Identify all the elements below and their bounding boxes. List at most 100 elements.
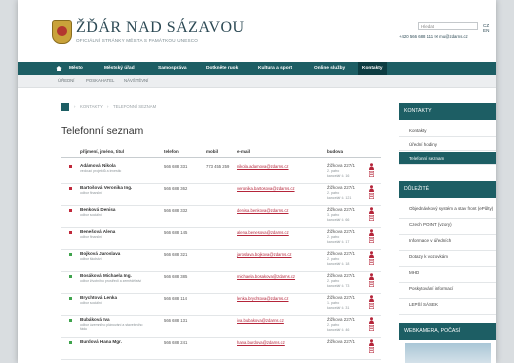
- contact-phone[interactable]: 566 688 331: [164, 164, 187, 169]
- status-bullet: [69, 275, 72, 278]
- sidebar-heading-dulezite: DŮLEŽITÉ: [399, 181, 496, 198]
- contact-phone[interactable]: 566 688 241: [164, 340, 187, 345]
- column-header-building: budova: [327, 149, 344, 154]
- home-icon[interactable]: [56, 66, 62, 71]
- contact-role: vedoucí projektů a investic: [80, 169, 122, 173]
- nav-item-dotknete[interactable]: Dotkněte ruok: [206, 62, 238, 75]
- contact-mobile[interactable]: 773 455 259: [206, 164, 229, 169]
- sidebar-item-dulezite[interactable]: LEPŠÍ SÁSEK: [399, 300, 496, 315]
- vcard-icon[interactable]: [369, 347, 374, 353]
- vcard-icon[interactable]: [369, 259, 374, 265]
- contact-email-link[interactable]: iva.bubakova@zdarns.cz: [237, 318, 284, 323]
- contact-building: Žižkova 227/1: [327, 339, 356, 344]
- contact-email-link[interactable]: denisa.benkova@zdarns.cz: [237, 208, 289, 213]
- contact-floor: 2. patro: [327, 279, 340, 283]
- person-icon[interactable]: [369, 273, 374, 280]
- header-divider: [61, 157, 381, 158]
- column-header-email: e-mail: [237, 149, 251, 154]
- contact-phone[interactable]: 566 688 385: [164, 274, 187, 279]
- contact-phone[interactable]: 566 688 362: [164, 186, 187, 191]
- subnav-item-poskahatel[interactable]: POSKAHATEL: [86, 75, 114, 87]
- nav-item-kultura[interactable]: Kultura a sport: [258, 62, 292, 75]
- person-icon[interactable]: [369, 185, 374, 192]
- sidebar-item-dulezite[interactable]: Czech POINT (vzory): [399, 220, 496, 235]
- subnav-item-uredni[interactable]: ÚŘEDNÍ: [58, 75, 74, 87]
- breadcrumb-item-current: TELEFONNÍ SEZNAM: [113, 104, 157, 109]
- contact-office: kancelář č. 17: [327, 240, 350, 244]
- vcard-icon[interactable]: [369, 193, 374, 199]
- vcard-icon[interactable]: [369, 237, 374, 243]
- search-input[interactable]: Hledat: [418, 22, 478, 30]
- contact-email-link[interactable]: lenka.brychtova@zdarns.cz: [237, 296, 289, 301]
- contact-role: odbor životního prostředí a zemědělství: [80, 279, 142, 283]
- nav-item-samosprava[interactable]: Samospráva: [158, 62, 187, 75]
- sidebar-item-kontakty[interactable]: Úřední hodiny: [399, 138, 496, 151]
- contact-role: odbor školství: [80, 257, 102, 261]
- contact-name: Bartošová Veronika Ing.: [80, 185, 133, 190]
- contact-building: Žižkova 227/1: [327, 207, 356, 212]
- contact-office: kancelář č. 18: [327, 262, 350, 266]
- status-bullet: [69, 209, 72, 212]
- sidebar-item-dulezite[interactable]: Poskytování informací: [399, 284, 496, 299]
- breadcrumb-item-kontakty[interactable]: KONTAKTY: [80, 104, 103, 109]
- sub-nav: ÚŘEDNÍ POSKAHATEL NÁVŠTĚVNÍ: [18, 75, 496, 88]
- table-row: Bojková Jaroslava odbor školství 566 688 3…: [61, 249, 381, 272]
- status-bullet: [69, 253, 72, 256]
- contact-email-link[interactable]: alena.benesova@zdarns.cz: [237, 230, 289, 235]
- nav-item-kontakty[interactable]: Kontakty: [358, 62, 387, 75]
- contact-email-link[interactable]: nikola.adamova@zdarns.cz: [237, 164, 289, 169]
- site-title[interactable]: ŽĎÁR NAD SÁZAVOU: [76, 19, 245, 37]
- status-bullet: [69, 341, 72, 344]
- webcam-image[interactable]: [405, 343, 491, 363]
- contact-email-link[interactable]: jaroslava.bojkova@zdarns.cz: [237, 252, 292, 257]
- sidebar-item-kontakty[interactable]: Kontakty: [399, 124, 496, 137]
- contact-office: kancelář č. 66: [327, 218, 350, 222]
- status-bullet: [69, 165, 72, 168]
- person-icon[interactable]: [369, 317, 374, 324]
- sidebar-item-dulezite[interactable]: Objednávkový systém a stav front (ePůlty…: [399, 204, 496, 219]
- contact-phone[interactable]: 566 688 332: [164, 208, 187, 213]
- contact-email-link[interactable]: michaela.bosakova@zdarns.cz: [237, 274, 295, 279]
- contact-email-link[interactable]: hana.burdova@zdarns.cz: [237, 340, 285, 345]
- table-row: Benková Denisa odbor sociální 566 688 332 d…: [61, 205, 381, 228]
- person-icon[interactable]: [369, 207, 374, 214]
- contact-name: Benková Denisa: [80, 207, 116, 212]
- breadcrumb-home-icon[interactable]: [61, 103, 69, 111]
- sidebar-item-kontakty[interactable]: Telefonní seznam: [399, 152, 496, 165]
- person-icon[interactable]: [369, 339, 374, 346]
- vcard-icon[interactable]: [369, 325, 374, 331]
- contact-building: Žižkova 227/1: [327, 251, 356, 256]
- contact-office: kancelář č. 121: [327, 196, 352, 200]
- contact-phone[interactable]: 566 688 145: [164, 230, 187, 235]
- sidebar-item-dulezite[interactable]: MHD: [399, 268, 496, 283]
- city-crest-logo[interactable]: [52, 20, 72, 44]
- language-switch[interactable]: CZ EN: [483, 23, 496, 33]
- sidebar-item-dulezite[interactable]: Informace v úředních: [399, 236, 496, 251]
- person-icon[interactable]: [369, 295, 374, 302]
- nav-item-mestsky-urad[interactable]: Městský úřad: [104, 62, 135, 75]
- sidebar-item-dulezite[interactable]: Dotazy k vozovkám: [399, 252, 496, 267]
- contact-email-link[interactable]: veronika.bartosova@zdarns.cz: [237, 186, 295, 191]
- contact-phone[interactable]: 566 688 131: [164, 318, 187, 323]
- vcard-icon[interactable]: [369, 171, 374, 177]
- nav-item-online[interactable]: Online služby: [314, 62, 345, 75]
- sidebar-heading-webcam: WEBKAMERA, POČASÍ: [399, 323, 496, 340]
- page: ŽĎÁR NAD SÁZAVOU OFICIÁLNÍ STRÁNKY MĚSTA…: [18, 0, 496, 363]
- site-header: ŽĎÁR NAD SÁZAVOU OFICIÁLNÍ STRÁNKY MĚSTA…: [18, 0, 496, 58]
- subnav-item-navstevni[interactable]: NÁVŠTĚVNÍ: [124, 75, 148, 87]
- contact-phone[interactable]: 566 688 114: [164, 296, 187, 301]
- vcard-icon[interactable]: [369, 215, 374, 221]
- vcard-icon[interactable]: [369, 281, 374, 287]
- site-subtitle: OFICIÁLNÍ STRÁNKY MĚSTA S PAMÁTKOU UNESC…: [76, 38, 199, 43]
- vcard-icon[interactable]: [369, 303, 374, 309]
- contact-building: Žižkova 227/1: [327, 317, 356, 322]
- nav-item-mesto[interactable]: Město: [69, 62, 83, 75]
- contact-name: Benešová Alena: [80, 229, 116, 234]
- person-icon[interactable]: [369, 251, 374, 258]
- contact-role: odbor sociální: [80, 213, 102, 217]
- page-title: Telefonní seznam: [61, 125, 144, 137]
- person-icon[interactable]: [369, 229, 374, 236]
- contact-phone[interactable]: 566 688 321: [164, 252, 187, 257]
- person-icon[interactable]: [369, 163, 374, 170]
- contact-office: kancelář č. 31: [327, 306, 350, 310]
